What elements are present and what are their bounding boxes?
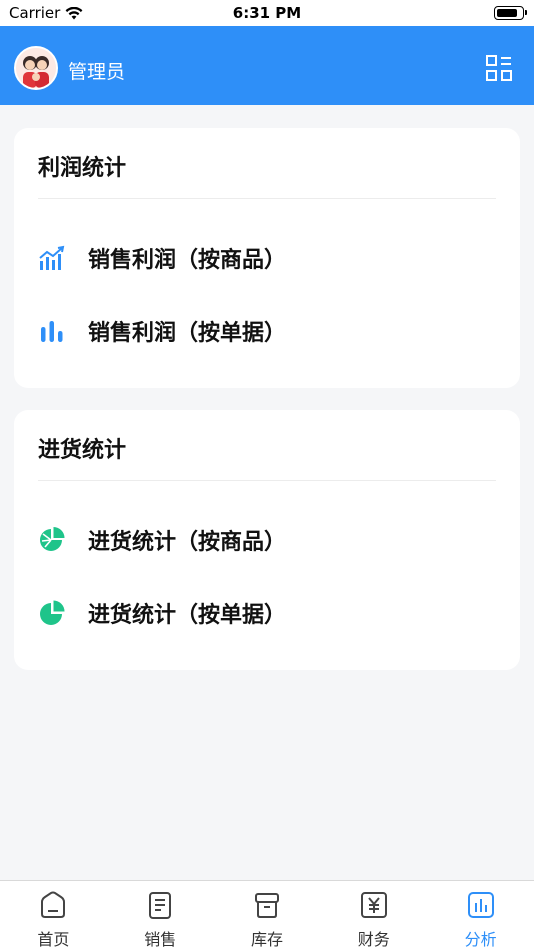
section-title: 利润统计 xyxy=(38,156,127,181)
purchase-statistics-card: 进货统计 进货统计（按商品） 进货统计（按单据） xyxy=(14,410,520,670)
bar-chart-icon xyxy=(38,317,66,345)
document-icon xyxy=(149,892,172,919)
tab-finance[interactable]: 财务 xyxy=(320,881,427,950)
pie-chart-icon xyxy=(38,599,66,627)
nav-bar: 管理员 xyxy=(0,26,534,105)
tab-analysis[interactable]: 分析 xyxy=(427,881,534,950)
tab-label: 库存 xyxy=(250,930,283,949)
avatar-couple-icon xyxy=(16,48,56,88)
line-bar-chart-icon xyxy=(38,244,66,272)
tab-home[interactable]: 首页 xyxy=(0,881,107,950)
tab-label: 分析 xyxy=(464,930,497,949)
page-title: 管理员 xyxy=(68,61,126,83)
analysis-chart-icon xyxy=(467,892,494,918)
status-bar: Carrier 6:31 PM xyxy=(0,0,534,26)
list-item-label: 销售利润（按单据） xyxy=(88,321,287,346)
tab-sales[interactable]: 销售 xyxy=(107,881,214,950)
tab-label: 首页 xyxy=(37,930,70,949)
tab-inventory[interactable]: 库存 xyxy=(214,881,321,950)
yen-icon xyxy=(360,892,387,918)
list-item-label: 进货统计（按商品） xyxy=(88,530,287,555)
list-item-sales-profit-by-product[interactable]: 销售利润（按商品） xyxy=(38,236,496,280)
pie-chart-lines-icon xyxy=(38,526,66,554)
battery-icon xyxy=(494,6,527,20)
list-item-label: 销售利润（按商品） xyxy=(88,248,287,273)
list-item-label: 进货统计（按单据） xyxy=(88,603,287,628)
grid-menu-icon[interactable] xyxy=(486,55,512,81)
inventory-box-icon xyxy=(254,893,279,918)
section-title: 进货统计 xyxy=(38,438,127,463)
avatar[interactable] xyxy=(14,46,58,90)
tab-label: 销售 xyxy=(144,930,177,949)
divider xyxy=(38,198,496,199)
divider xyxy=(38,480,496,481)
tab-label: 财务 xyxy=(357,930,390,949)
bottom-tab-bar: 首页 销售 库存 财务 分析 xyxy=(0,880,534,950)
list-item-sales-profit-by-document[interactable]: 销售利润（按单据） xyxy=(38,309,496,353)
list-item-purchase-stats-by-document[interactable]: 进货统计（按单据） xyxy=(38,591,496,635)
home-icon xyxy=(41,891,66,918)
profit-statistics-card: 利润统计 销售利润（按商品） 销售利润（按单据） xyxy=(14,128,520,388)
list-item-purchase-stats-by-product[interactable]: 进货统计（按商品） xyxy=(38,518,496,562)
status-time: 6:31 PM xyxy=(232,4,302,22)
